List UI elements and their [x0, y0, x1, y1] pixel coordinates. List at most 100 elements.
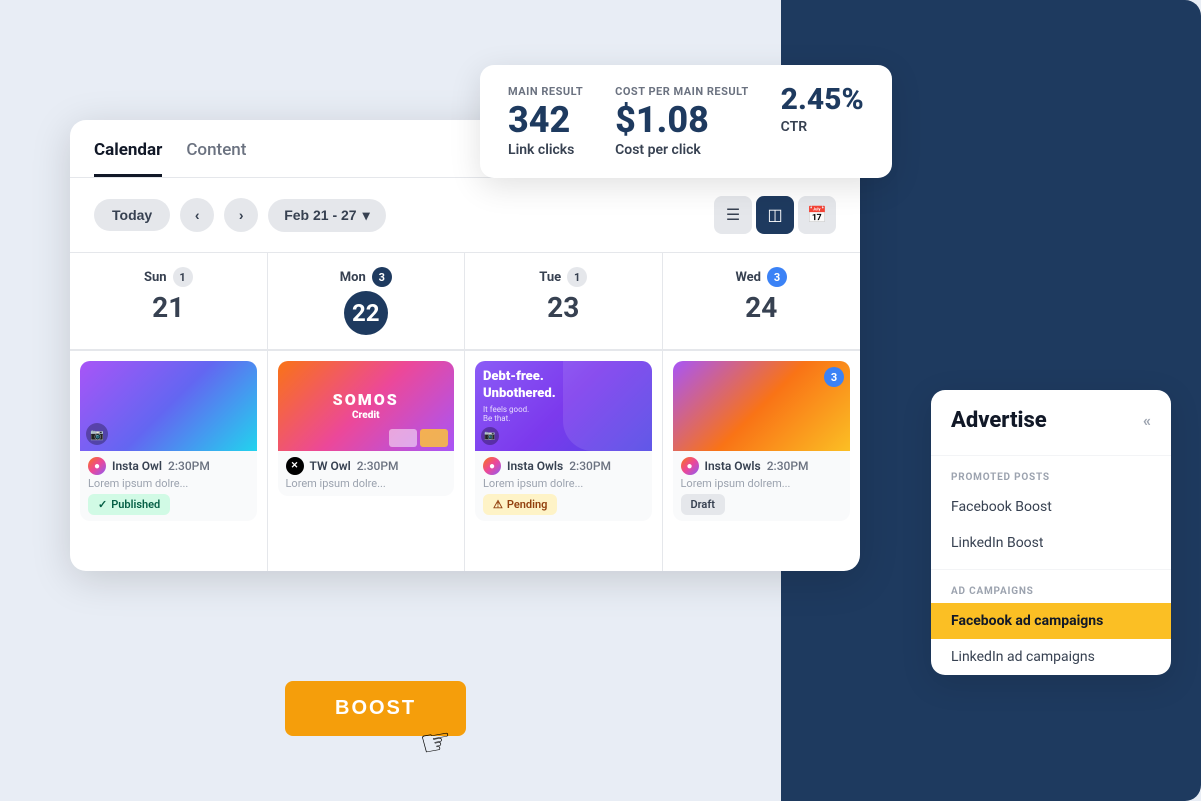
list-view-button[interactable]: ☰: [714, 196, 752, 234]
post-excerpt-mon: Lorem ipsum dolre...: [286, 477, 447, 490]
linkedin-campaigns-item[interactable]: LinkedIn ad campaigns: [931, 639, 1171, 675]
post-image-sun: 📷: [80, 361, 257, 451]
calendar-toolbar: Today ‹ › Feb 21 - 27 ▾ ☰ ◫ 📅: [70, 178, 860, 252]
post-card-wed[interactable]: 3 ● Insta Owls 2:30PM Lorem ipsum dolrem…: [673, 361, 851, 521]
tab-content[interactable]: Content: [186, 140, 246, 177]
day-badge-sun: 1: [173, 267, 193, 287]
advertise-header: Advertise «: [931, 390, 1171, 447]
ctr-stat: 2.45% CTR: [781, 85, 864, 135]
cost-sub: Cost per click: [615, 142, 749, 158]
facebook-campaigns-item[interactable]: Facebook ad campaigns: [931, 603, 1171, 639]
post-excerpt-tue: Lorem ipsum dolre...: [483, 477, 644, 490]
main-result-label: MAIN RESULT: [508, 85, 583, 98]
grid-view-button[interactable]: ◫: [756, 196, 794, 234]
promoted-posts-label: PROMOTED POSTS: [931, 464, 1171, 489]
day-number-tue: 23: [481, 291, 646, 324]
day-name-mon: Mon: [340, 270, 366, 285]
linkedin-boost-item[interactable]: LinkedIn Boost: [931, 525, 1171, 561]
day-badge-wed: 3: [767, 267, 787, 287]
post-card-sun[interactable]: 📷 ● Insta Owl 2:30PM Lorem ipsum dolre..…: [80, 361, 257, 521]
instagram-icon-sun: ●: [88, 457, 106, 475]
calendar-grid-headers: Sun 1 21 Mon 3 22 Tue 1 23 Wed 3: [70, 252, 860, 350]
calendar-grid-cells: 📷 ● Insta Owl 2:30PM Lorem ipsum dolre..…: [70, 350, 860, 571]
calendar-card: Calendar Content Today ‹ › Feb 21 - 27 ▾…: [70, 120, 860, 571]
day-cell-sun: 📷 ● Insta Owl 2:30PM Lorem ipsum dolre..…: [70, 351, 268, 571]
stats-card: MAIN RESULT 342 Link clicks COST PER MAI…: [480, 65, 892, 178]
day-cell-mon: SOMOS Credit ✕ TW Owl 2:30PM Lor: [268, 351, 466, 571]
post-name-wed: Insta Owls: [705, 459, 761, 473]
day-cell-tue: Debt-free.Unbothered. It feels good.Be t…: [465, 351, 663, 571]
instagram-icon-wed: ●: [681, 457, 699, 475]
post-name-tue: Insta Owls: [507, 459, 563, 473]
post-name-mon: TW Owl: [310, 459, 351, 473]
toolbar-right: ☰ ◫ 📅: [714, 196, 836, 234]
day-number-wed: 24: [679, 291, 845, 324]
ad-campaigns-label: AD CAMPAIGNS: [931, 578, 1171, 603]
advertise-title: Advertise: [951, 408, 1047, 433]
instagram-icon-tue: ●: [483, 457, 501, 475]
divider-2: [931, 569, 1171, 570]
list-icon: ☰: [726, 205, 740, 225]
date-range-label: Feb 21 - 27: [284, 207, 356, 223]
post-time-mon: 2:30PM: [357, 459, 399, 473]
wed-post-badge: 3: [824, 367, 844, 387]
today-button[interactable]: Today: [94, 199, 170, 231]
cost-value: $1.08: [615, 102, 749, 138]
somos-text: SOMOS Credit: [333, 390, 399, 421]
day-number-mon: 22: [344, 291, 388, 335]
day-cell-wed: 3 ● Insta Owls 2:30PM Lorem ipsum dolrem…: [663, 351, 861, 571]
post-time-tue: 2:30PM: [569, 459, 611, 473]
post-excerpt-sun: Lorem ipsum dolre...: [88, 477, 249, 490]
status-badge-wed: Draft: [681, 494, 725, 515]
divider-1: [931, 455, 1171, 456]
day-header-tue: Tue 1 23: [465, 253, 663, 350]
post-meta-mon: ✕ TW Owl 2:30PM Lorem ipsum dolre...: [278, 451, 455, 496]
cost-per-result-stat: COST PER MAIN RESULT $1.08 Cost per clic…: [615, 85, 749, 158]
day-badge-mon: 3: [372, 267, 392, 287]
day-name-tue: Tue: [539, 270, 561, 285]
warning-icon: ⚠: [493, 498, 503, 511]
status-badge-tue: ⚠ Pending: [483, 494, 557, 515]
calendar-icon: 📅: [807, 205, 827, 225]
main-result-value: 342: [508, 102, 583, 138]
status-badge-sun: ✓ Published: [88, 494, 170, 515]
day-number-sun: 21: [86, 291, 251, 324]
post-meta-sun: ● Insta Owl 2:30PM Lorem ipsum dolre... …: [80, 451, 257, 521]
post-meta-tue: ● Insta Owls 2:30PM Lorem ipsum dolre...…: [475, 451, 652, 521]
post-image-mon: SOMOS Credit: [278, 361, 455, 451]
collapse-button[interactable]: «: [1143, 411, 1151, 430]
tab-calendar[interactable]: Calendar: [94, 140, 162, 177]
ctr-value: 2.45%: [781, 85, 864, 115]
cost-label: COST PER MAIN RESULT: [615, 85, 749, 98]
check-icon: ✓: [98, 498, 107, 511]
day-header-wed: Wed 3 24: [663, 253, 861, 350]
main-result-stat: MAIN RESULT 342 Link clicks: [508, 85, 583, 158]
post-card-tue[interactable]: Debt-free.Unbothered. It feels good.Be t…: [475, 361, 652, 521]
day-badge-tue: 1: [567, 267, 587, 287]
post-image-tue: Debt-free.Unbothered. It feels good.Be t…: [475, 361, 652, 451]
post-time-sun: 2:30PM: [168, 459, 210, 473]
main-result-sub: Link clicks: [508, 142, 583, 158]
prev-button[interactable]: ‹: [180, 198, 214, 232]
day-name-wed: Wed: [735, 270, 761, 285]
date-range-button[interactable]: Feb 21 - 27 ▾: [268, 199, 385, 232]
day-name-sun: Sun: [144, 270, 167, 285]
post-meta-wed: ● Insta Owls 2:30PM Lorem ipsum dolrem..…: [673, 451, 851, 521]
toolbar-left: Today ‹ › Feb 21 - 27 ▾: [94, 198, 386, 232]
chevron-down-icon: ▾: [363, 207, 370, 224]
next-button[interactable]: ›: [224, 198, 258, 232]
post-image-wed: 3: [673, 361, 851, 451]
post-time-wed: 2:30PM: [767, 459, 809, 473]
facebook-boost-item[interactable]: Facebook Boost: [931, 489, 1171, 525]
grid-icon: ◫: [767, 205, 782, 225]
day-header-sun: Sun 1 21: [70, 253, 268, 350]
day-header-mon: Mon 3 22: [268, 253, 466, 350]
twitter-icon-mon: ✕: [286, 457, 304, 475]
post-excerpt-wed: Lorem ipsum dolrem...: [681, 477, 843, 490]
calendar-view-button[interactable]: 📅: [798, 196, 836, 234]
debt-free-text: Debt-free.Unbothered.: [483, 369, 556, 403]
post-card-mon[interactable]: SOMOS Credit ✕ TW Owl 2:30PM Lor: [278, 361, 455, 496]
post-name-sun: Insta Owl: [112, 459, 162, 473]
ctr-sub: CTR: [781, 119, 864, 135]
advertise-card: Advertise « PROMOTED POSTS Facebook Boos…: [931, 390, 1171, 675]
